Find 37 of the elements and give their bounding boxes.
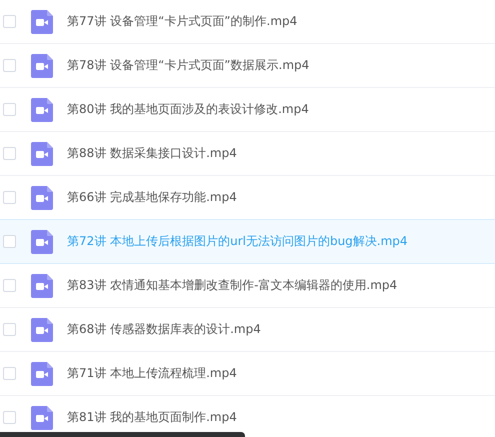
file-name: 第77讲 设备管理“卡片式页面”的制作.mp4 — [67, 13, 298, 30]
checkbox[interactable] — [3, 323, 16, 336]
video-file-icon — [31, 54, 53, 78]
file-row[interactable]: 第71讲 本地上传流程梳理.mp4 — [0, 352, 495, 396]
file-row[interactable]: 第83讲 农情通知基本增删改查制作-富文本编辑器的使用.mp4 — [0, 264, 495, 308]
file-name: 第72讲 本地上传后根据图片的url无法访问图片的bug解决.mp4 — [67, 233, 408, 250]
file-name: 第88讲 数据采集接口设计.mp4 — [67, 145, 237, 162]
file-row[interactable]: 第68讲 传感器数据库表的设计.mp4 — [0, 308, 495, 352]
video-file-icon — [31, 98, 53, 122]
checkbox[interactable] — [3, 15, 16, 28]
checkbox[interactable] — [3, 147, 16, 160]
file-name: 第71讲 本地上传流程梳理.mp4 — [67, 365, 237, 382]
checkbox[interactable] — [3, 103, 16, 116]
checkbox[interactable] — [3, 235, 16, 248]
checkbox[interactable] — [3, 59, 16, 72]
checkbox[interactable] — [3, 367, 16, 380]
video-file-icon — [31, 186, 53, 210]
file-name: 第81讲 我的基地页面制作.mp4 — [67, 409, 237, 426]
file-name: 第68讲 传感器数据库表的设计.mp4 — [67, 321, 261, 338]
file-row[interactable]: 第77讲 设备管理“卡片式页面”的制作.mp4 — [0, 0, 495, 44]
file-name: 第80讲 我的基地页面涉及的表设计修改.mp4 — [67, 101, 309, 118]
video-file-icon — [31, 142, 53, 166]
file-name: 第83讲 农情通知基本增删改查制作-富文本编辑器的使用.mp4 — [67, 277, 398, 294]
video-file-icon — [31, 10, 53, 34]
file-name: 第78讲 设备管理“卡片式页面”数据展示.mp4 — [67, 57, 310, 74]
file-row[interactable]: 第88讲 数据采集接口设计.mp4 — [0, 132, 495, 176]
video-file-icon — [31, 230, 53, 254]
file-row[interactable]: 第78讲 设备管理“卡片式页面”数据展示.mp4 — [0, 44, 495, 88]
video-file-icon — [31, 362, 53, 386]
video-file-icon — [31, 274, 53, 298]
file-row[interactable]: 第80讲 我的基地页面涉及的表设计修改.mp4 — [0, 88, 495, 132]
checkbox[interactable] — [3, 191, 16, 204]
video-file-icon — [31, 318, 53, 342]
checkbox[interactable] — [3, 411, 16, 424]
file-name: 第66讲 完成基地保存功能.mp4 — [67, 189, 237, 206]
checkbox[interactable] — [3, 279, 16, 292]
video-file-icon — [31, 406, 53, 430]
